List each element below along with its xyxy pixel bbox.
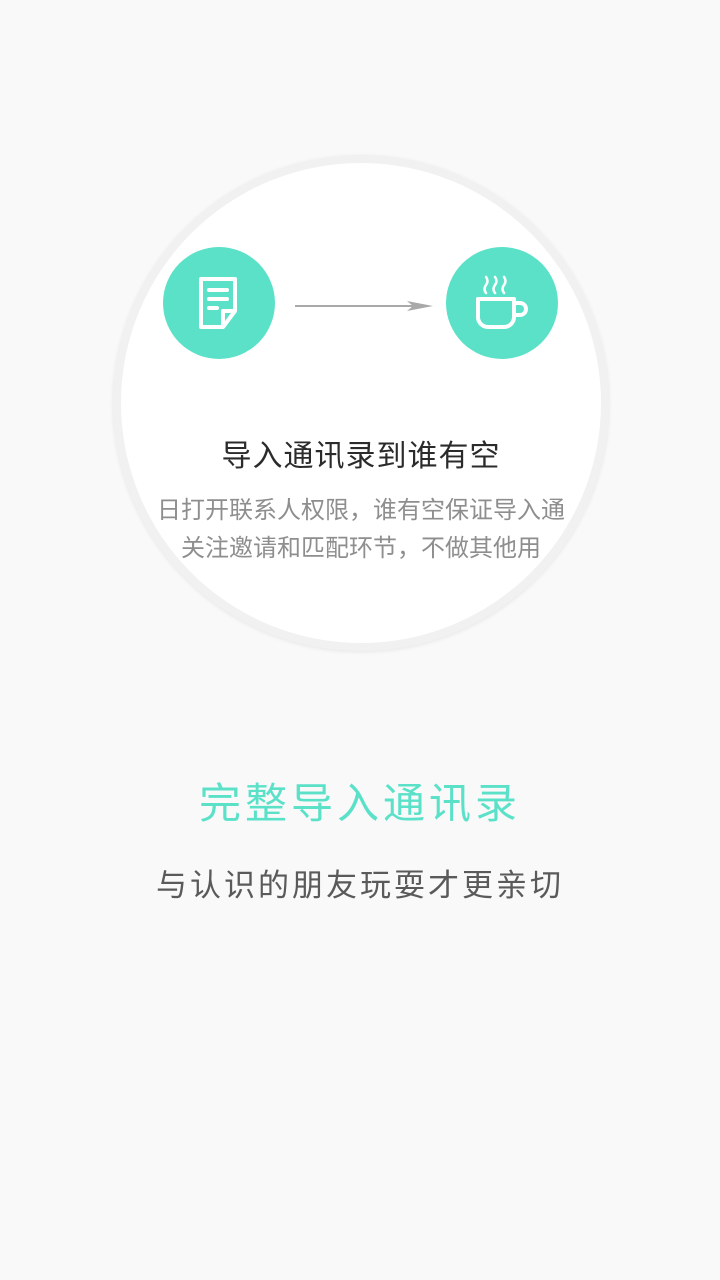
intro-card: 导入通讯录到谁有空 日打开联系人权限，谁有空保证导入通 关注邀请和匹配环节，不做…: [113, 155, 609, 651]
card-description-line-1: 日打开联系人权限，谁有空保证导入通: [157, 496, 565, 524]
subline: 与认识的朋友玩耍才更亲切: [156, 868, 564, 904]
document-icon: [163, 247, 275, 359]
card-description: 日打开联系人权限，谁有空保证导入通 关注邀请和匹配环节，不做其他用: [141, 491, 581, 567]
headline: 完整导入通讯录: [198, 779, 521, 828]
card-title: 导入通讯录到谁有空: [221, 439, 501, 474]
arrow-right-icon: [295, 301, 433, 311]
card-description-line-2: 关注邀请和匹配环节，不做其他用: [181, 534, 541, 562]
intro-card-inner: 导入通讯录到谁有空 日打开联系人权限，谁有空保证导入通 关注邀请和匹配环节，不做…: [121, 163, 601, 643]
coffee-cup-icon: [446, 247, 558, 359]
